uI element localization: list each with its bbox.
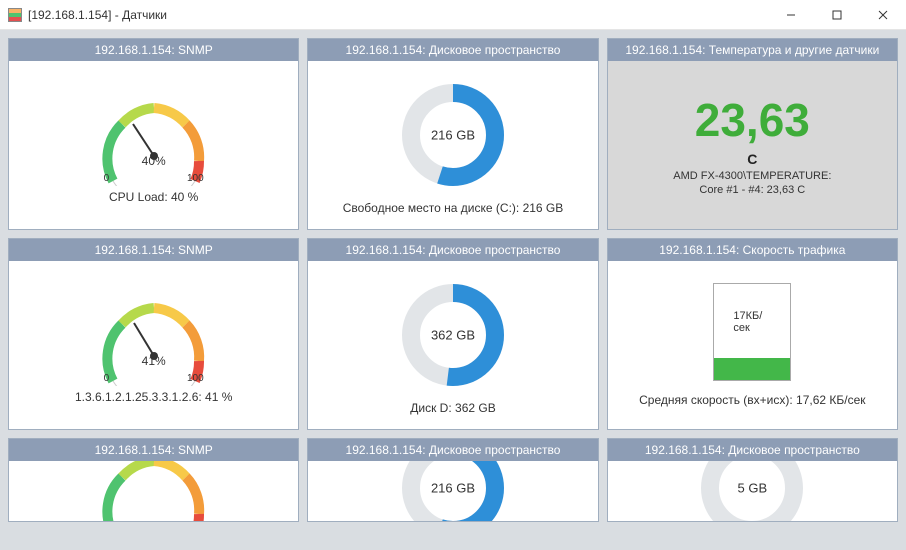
- card-body: 17КБ/сек Средняя скорость (вх+исх): 17,6…: [608, 261, 897, 429]
- maximize-button[interactable]: [814, 0, 860, 29]
- titlebar[interactable]: [192.168.1.154] - Датчики: [0, 0, 906, 30]
- card-header: 192.168.1.154: Дисковое пространство: [608, 439, 897, 461]
- card-header: 192.168.1.154: Температура и другие датч…: [608, 39, 897, 61]
- traffic-bar-chart: 17КБ/сек: [713, 283, 791, 381]
- card-body: 23,63 C AMD FX-4300\TEMPERATURE: Core #1…: [608, 61, 897, 229]
- temperature-value: 23,63: [695, 93, 810, 147]
- card-header: 192.168.1.154: SNMP: [9, 439, 298, 461]
- close-button[interactable]: [860, 0, 906, 29]
- gauge-value: 40%: [142, 154, 166, 168]
- traffic-fill: [714, 358, 790, 380]
- window-title: [192.168.1.154] - Датчики: [28, 8, 768, 22]
- gauge-min: 0: [104, 373, 110, 384]
- sensor-card-snmp-3[interactable]: 192.168.1.154: SNMP: [8, 438, 299, 522]
- donut-label: 5 GB: [738, 481, 768, 496]
- donut-chart: 362 GB: [393, 275, 513, 395]
- card-body: 5 GB: [608, 461, 897, 521]
- sensor-card-disk-c[interactable]: 192.168.1.154: Дисковое пространство 216…: [307, 38, 598, 230]
- gauge-value: 41%: [142, 354, 166, 368]
- card-body: 216 GB Свободное место на диске (C:): 21…: [308, 61, 597, 229]
- card-caption: 1.3.6.1.2.1.25.3.3.1.2.6: 41 %: [75, 390, 232, 404]
- sensor-card-snmp-oid[interactable]: 192.168.1.154: SNMP 41% 0: [8, 238, 299, 430]
- card-body: 362 GB Диск D: 362 GB: [308, 261, 597, 429]
- card-caption: Средняя скорость (вх+исх): 17,62 КБ/сек: [639, 393, 865, 407]
- gauge-chart: [84, 461, 224, 521]
- donut-label: 362 GB: [431, 328, 475, 343]
- card-caption: Диск D: 362 GB: [410, 401, 495, 415]
- temperature-unit: C: [747, 151, 757, 167]
- temperature-line1: AMD FX-4300\TEMPERATURE:: [673, 169, 831, 183]
- card-body: 40% 0 100 CPU Load: 40 %: [9, 61, 298, 229]
- card-body: [9, 461, 298, 521]
- sensor-grid: 192.168.1.154: SNMP 40% 0: [8, 38, 898, 522]
- card-header: 192.168.1.154: Скорость трафика: [608, 239, 897, 261]
- minimize-button[interactable]: [768, 0, 814, 29]
- card-header: 192.168.1.154: Дисковое пространство: [308, 239, 597, 261]
- donut-chart: 216 GB: [393, 75, 513, 195]
- card-header: 192.168.1.154: Дисковое пространство: [308, 39, 597, 61]
- sensor-card-cpu-load[interactable]: 192.168.1.154: SNMP 40% 0: [8, 38, 299, 230]
- donut-label: 216 GB: [431, 481, 475, 496]
- sensor-card-traffic[interactable]: 192.168.1.154: Скорость трафика 17КБ/сек…: [607, 238, 898, 430]
- window-buttons: [768, 0, 906, 29]
- sensor-card-disk-3[interactable]: 192.168.1.154: Дисковое пространство 216…: [307, 438, 598, 522]
- gauge-chart: 40% 0 100: [84, 86, 224, 186]
- card-body: 216 GB: [308, 461, 597, 521]
- donut-chart: 216 GB: [393, 461, 513, 521]
- card-caption: Свободное место на диске (C:): 216 GB: [343, 201, 564, 215]
- gauge-max: 100: [187, 373, 204, 384]
- card-header: 192.168.1.154: SNMP: [9, 39, 298, 61]
- sensor-card-temperature[interactable]: 192.168.1.154: Температура и другие датч…: [607, 38, 898, 230]
- content-area: 192.168.1.154: SNMP 40% 0: [0, 30, 906, 550]
- sensor-card-disk-4[interactable]: 192.168.1.154: Дисковое пространство 5 G…: [607, 438, 898, 522]
- sensor-card-disk-d[interactable]: 192.168.1.154: Дисковое пространство 362…: [307, 238, 598, 430]
- donut-label: 216 GB: [431, 128, 475, 143]
- gauge-min: 0: [104, 173, 110, 184]
- card-body: 41% 0 100 1.3.6.1.2.1.25.3.3.1.2.6: 41 %: [9, 261, 298, 429]
- card-header: 192.168.1.154: Дисковое пространство: [308, 439, 597, 461]
- temperature-line2: Core #1 - #4: 23,63 C: [699, 183, 805, 197]
- app-icon: [8, 8, 22, 22]
- gauge-max: 100: [187, 173, 204, 184]
- traffic-value: 17КБ/сек: [733, 310, 771, 334]
- gauge-chart: 41% 0 100: [84, 286, 224, 386]
- card-caption: CPU Load: 40 %: [109, 190, 198, 204]
- donut-chart: 5 GB: [692, 461, 812, 521]
- card-header: 192.168.1.154: SNMP: [9, 239, 298, 261]
